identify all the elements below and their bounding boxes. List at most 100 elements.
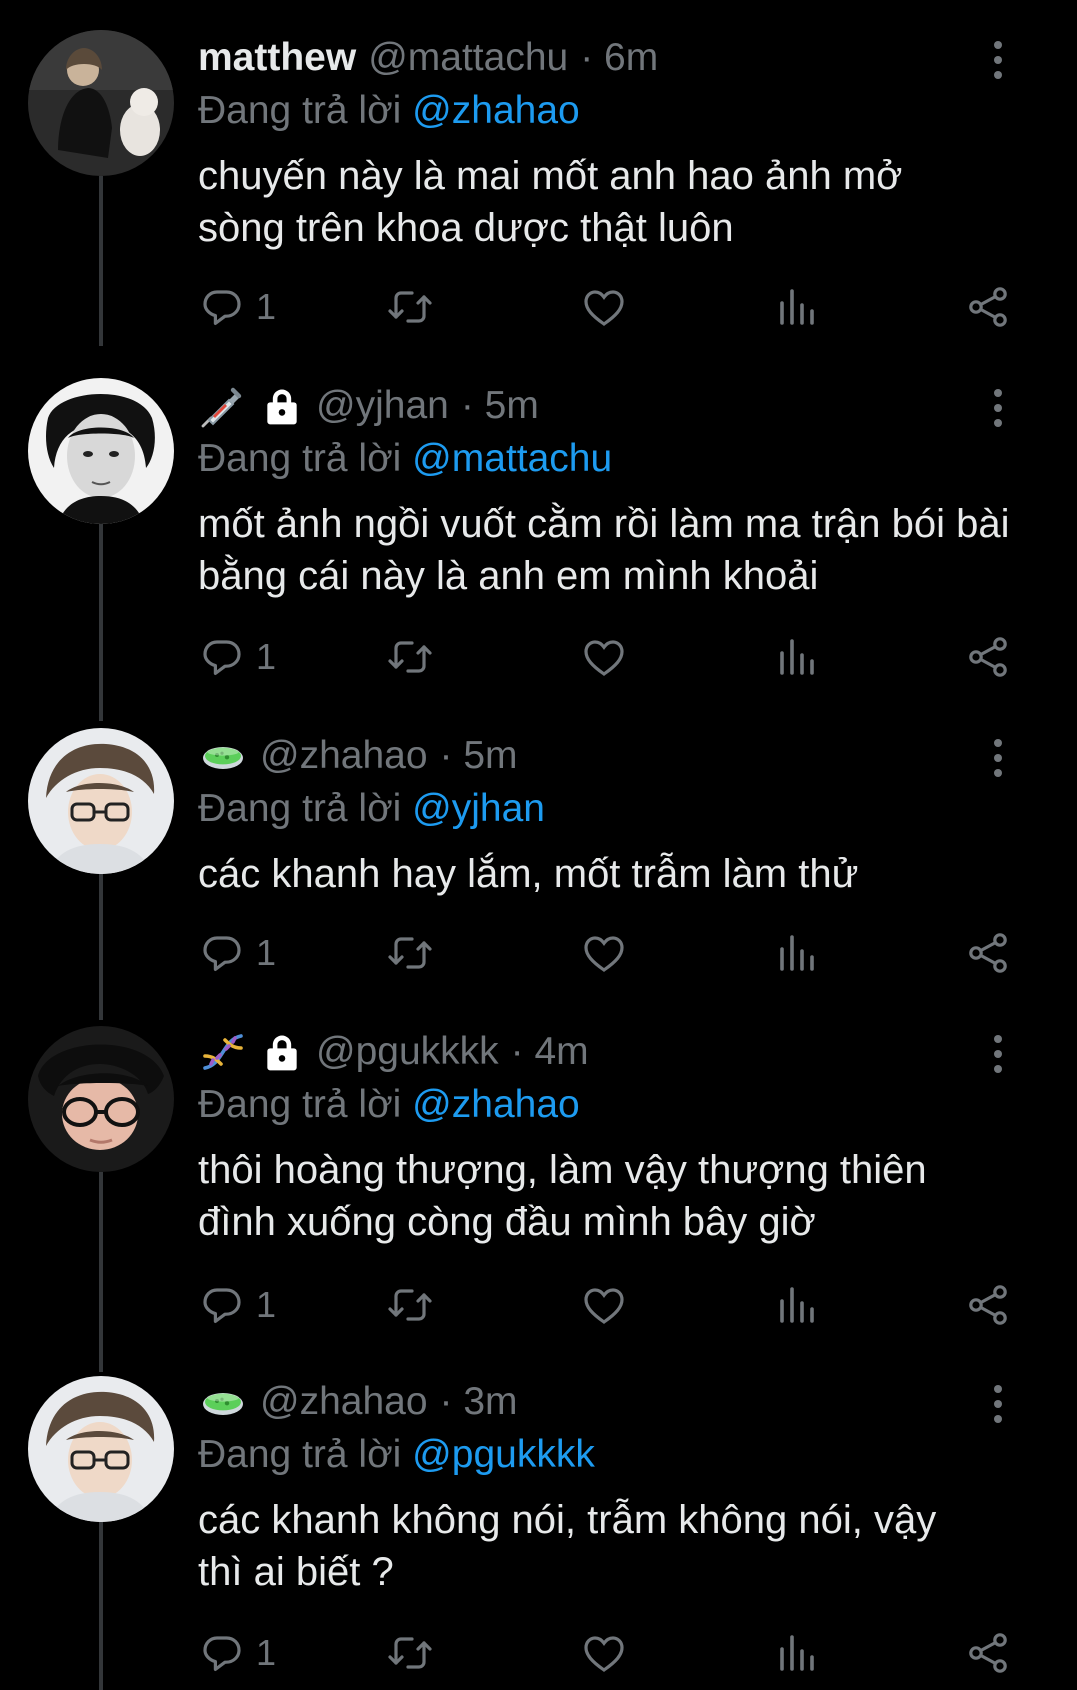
- share-icon: [964, 1629, 1012, 1677]
- timestamp[interactable]: · 4m: [511, 1030, 589, 1074]
- action-bar: 1: [198, 282, 1018, 332]
- reply-icon: [198, 1629, 246, 1677]
- syringe-icon: [198, 382, 248, 430]
- stats-icon: [772, 1629, 820, 1677]
- handle[interactable]: @zhahao: [260, 734, 428, 778]
- heart-icon: [580, 929, 628, 977]
- more-options-icon[interactable]: [978, 728, 1018, 788]
- heart-icon: [580, 1281, 628, 1329]
- share-icon: [964, 633, 1012, 681]
- share-button[interactable]: [964, 632, 1012, 682]
- mention-link[interactable]: @zhahao: [412, 89, 580, 132]
- reply-count: 1: [256, 1284, 277, 1325]
- reply-button[interactable]: 1: [198, 1628, 276, 1678]
- avatar[interactable]: [28, 378, 174, 524]
- avatar[interactable]: [28, 1026, 174, 1172]
- views-button[interactable]: [772, 282, 820, 332]
- views-button[interactable]: [772, 928, 820, 978]
- mention-link[interactable]: @mattachu: [412, 437, 612, 480]
- views-button[interactable]: [772, 632, 820, 682]
- mention-link[interactable]: @zhahao: [412, 1083, 580, 1126]
- heart-icon: [580, 283, 628, 331]
- more-options-icon[interactable]: [978, 1374, 1018, 1434]
- replying-to: Đang trả lời @pgukkkk: [198, 1430, 1018, 1480]
- tweet-text: mốt ảnh ngồi vuốt cằm rồi làm ma trận bó…: [198, 502, 1010, 598]
- tweet-header: @zhahao · 3m: [198, 1374, 1018, 1430]
- retweet-icon: [386, 929, 434, 977]
- tweet-header: @pgukkkk · 4m: [198, 1024, 1018, 1080]
- avatar[interactable]: [28, 30, 174, 176]
- handle[interactable]: @yjhan: [316, 384, 449, 428]
- petri-dish-icon: [198, 732, 248, 780]
- lock-icon: [260, 382, 304, 430]
- action-bar: 1: [198, 1628, 1018, 1678]
- like-button[interactable]: [580, 632, 628, 682]
- retweet-icon: [386, 1629, 434, 1677]
- timestamp[interactable]: · 5m: [461, 384, 539, 428]
- reply-count: 1: [256, 932, 277, 973]
- share-icon: [964, 929, 1012, 977]
- mention-link[interactable]: @pgukkkk: [412, 1433, 595, 1476]
- timestamp[interactable]: · 6m: [580, 36, 658, 80]
- replying-label: Đang trả lời: [198, 89, 402, 132]
- reply-button[interactable]: 1: [198, 632, 276, 682]
- retweet-button[interactable]: [386, 632, 434, 682]
- more-options-icon[interactable]: [978, 30, 1018, 90]
- replying-to: Đang trả lời @zhahao: [198, 1080, 1018, 1130]
- reply-icon: [198, 633, 246, 681]
- avatar[interactable]: [28, 728, 174, 874]
- tweet[interactable]: @pgukkkk · 4m Đang trả lời @zhahao thôi …: [0, 1024, 1077, 1324]
- like-button[interactable]: [580, 1280, 628, 1330]
- reply-count: 1: [256, 286, 277, 327]
- reply-button[interactable]: 1: [198, 1280, 276, 1330]
- retweet-icon: [386, 283, 434, 331]
- views-button[interactable]: [772, 1280, 820, 1330]
- dna-icon: [198, 1028, 248, 1076]
- retweet-icon: [386, 633, 434, 681]
- heart-icon: [580, 1629, 628, 1677]
- retweet-button[interactable]: [386, 1280, 434, 1330]
- retweet-button[interactable]: [386, 282, 434, 332]
- views-button[interactable]: [772, 1628, 820, 1678]
- replying-label: Đang trả lời: [198, 1083, 402, 1126]
- tweet-text: thôi hoàng thượng, làm vậy thượng thiên …: [198, 1148, 927, 1244]
- reply-icon: [198, 929, 246, 977]
- reply-button[interactable]: 1: [198, 282, 276, 332]
- handle[interactable]: @mattachu: [368, 36, 568, 80]
- more-options-icon[interactable]: [978, 378, 1018, 438]
- handle[interactable]: @zhahao: [260, 1380, 428, 1424]
- retweet-button[interactable]: [386, 928, 434, 978]
- share-icon: [964, 1281, 1012, 1329]
- share-button[interactable]: [964, 928, 1012, 978]
- share-button[interactable]: [964, 1280, 1012, 1330]
- share-button[interactable]: [964, 1628, 1012, 1678]
- like-button[interactable]: [580, 928, 628, 978]
- tweet-text: các khanh không nói, trẫm không nói, vậy…: [198, 1498, 937, 1594]
- like-button[interactable]: [580, 282, 628, 332]
- replying-to: Đang trả lời @mattachu: [198, 434, 1018, 484]
- retweet-button[interactable]: [386, 1628, 434, 1678]
- like-button[interactable]: [580, 1628, 628, 1678]
- stats-icon: [772, 633, 820, 681]
- action-bar: 1: [198, 928, 1018, 978]
- share-button[interactable]: [964, 282, 1012, 332]
- lock-icon: [260, 1028, 304, 1076]
- retweet-icon: [386, 1281, 434, 1329]
- more-options-icon[interactable]: [978, 1024, 1018, 1084]
- timestamp[interactable]: · 5m: [440, 734, 518, 778]
- reply-count: 1: [256, 1632, 277, 1673]
- replying-label: Đang trả lời: [198, 787, 402, 830]
- handle[interactable]: @pgukkkk: [316, 1030, 499, 1074]
- replying-label: Đang trả lời: [198, 437, 402, 480]
- avatar[interactable]: [28, 1376, 174, 1522]
- reply-button[interactable]: 1: [198, 928, 276, 978]
- tweet-header: matthew @mattachu · 6m: [198, 30, 1018, 86]
- replying-to: Đang trả lời @yjhan: [198, 784, 1018, 834]
- stats-icon: [772, 929, 820, 977]
- display-name[interactable]: matthew: [198, 36, 356, 80]
- reply-count: 1: [256, 636, 277, 677]
- timestamp[interactable]: · 3m: [440, 1380, 518, 1424]
- tweet-text: các khanh hay lắm, mốt trẫm làm thử: [198, 852, 859, 896]
- tweet-header: @zhahao · 5m: [198, 728, 1018, 784]
- mention-link[interactable]: @yjhan: [412, 787, 545, 830]
